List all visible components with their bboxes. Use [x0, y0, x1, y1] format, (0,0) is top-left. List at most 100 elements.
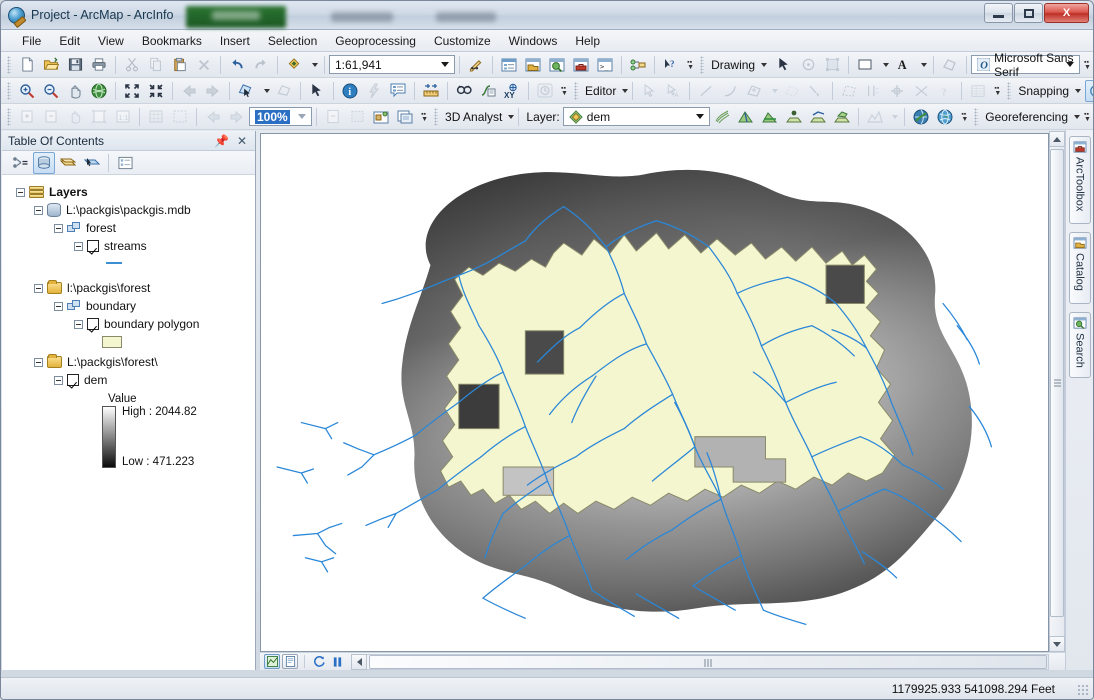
fixed-zoom-in-icon[interactable]	[121, 80, 143, 102]
point-snapping-icon[interactable]	[1085, 79, 1093, 102]
chevron-down-icon[interactable]	[1062, 58, 1077, 71]
layout-view-icon[interactable]	[282, 654, 298, 669]
menu-customize[interactable]: Customize	[425, 32, 500, 50]
arctoolbox-icon[interactable]	[570, 54, 592, 76]
straight-segment-icon[interactable]	[695, 80, 717, 102]
list-by-visibility-icon[interactable]	[57, 152, 79, 174]
list-by-selection-icon[interactable]	[81, 152, 103, 174]
expander-icon[interactable]	[54, 375, 63, 385]
toc-item-streams[interactable]: streams	[2, 237, 255, 255]
dock-tab-catalog[interactable]: Catalog	[1068, 232, 1091, 304]
cut-icon[interactable]	[121, 54, 143, 76]
interpolate-line-icon[interactable]	[807, 106, 829, 128]
map-scale-combo[interactable]: 1:61,941	[329, 55, 456, 74]
data-view-icon[interactable]	[264, 654, 280, 669]
editor-menu[interactable]: Editor	[582, 84, 619, 98]
search-icon[interactable]	[546, 54, 568, 76]
arcscene-icon[interactable]	[910, 106, 932, 128]
select-features-icon[interactable]	[235, 80, 257, 102]
focus-data-frame-icon[interactable]	[346, 106, 368, 128]
find-route-icon[interactable]	[477, 80, 499, 102]
model-builder-icon[interactable]	[627, 54, 649, 76]
analyst-layer-combo[interactable]: dem	[562, 107, 711, 126]
expander-icon[interactable]	[74, 241, 83, 251]
find-icon[interactable]	[453, 80, 475, 102]
snapping-menu[interactable]: Snapping	[1015, 84, 1072, 98]
expander-icon[interactable]	[34, 357, 43, 367]
trace-dropdown[interactable]	[767, 80, 779, 102]
expander-icon[interactable]	[54, 301, 63, 311]
scroll-down-button[interactable]	[1049, 636, 1065, 652]
toolbar-grip[interactable]	[434, 107, 439, 126]
georeferencing-menu[interactable]: Georeferencing	[982, 110, 1071, 124]
zoom-100-icon[interactable]: 1:1	[112, 106, 134, 128]
change-layout-icon[interactable]	[370, 106, 392, 128]
toolbar-overflow-button[interactable]: ▪▪ ▼	[1082, 54, 1093, 76]
contour-icon[interactable]	[711, 106, 733, 128]
vertical-scroll-thumb[interactable]	[1050, 149, 1064, 617]
fill-color-dropdown[interactable]	[878, 54, 890, 76]
go-to-xy-icon[interactable]: XY	[501, 80, 523, 102]
python-window-icon[interactable]: >_	[594, 54, 616, 76]
attributes-icon[interactable]	[967, 80, 989, 102]
toolbar-grip[interactable]	[574, 81, 578, 100]
toc-item-folder-forest[interactable]: l:\packgis\forest	[2, 279, 255, 297]
list-by-source-icon[interactable]	[33, 151, 55, 174]
zoom-in-icon[interactable]	[16, 80, 38, 102]
expander-icon[interactable]	[34, 205, 43, 215]
merge-icon[interactable]	[910, 80, 932, 102]
maximize-button[interactable]	[1014, 3, 1043, 23]
toolbar-grip[interactable]	[7, 107, 11, 126]
toggle-draft-mode-icon[interactable]	[322, 106, 344, 128]
select-features-dropdown[interactable]	[259, 80, 271, 102]
edit-annotation-icon[interactable]: A	[662, 80, 684, 102]
dock-tab-arctoolbox[interactable]: ArcToolbox	[1068, 136, 1091, 224]
dem-visibility-checkbox[interactable]	[67, 374, 79, 386]
menu-file[interactable]: File	[13, 32, 50, 50]
save-icon[interactable]	[64, 54, 86, 76]
expander-icon[interactable]	[34, 283, 43, 293]
toolbar-grip[interactable]	[1007, 81, 1012, 100]
draw-polygon-icon[interactable]	[939, 54, 961, 76]
streams-visibility-checkbox[interactable]	[87, 240, 99, 252]
map-canvas[interactable]	[261, 134, 1048, 649]
zoom-in-layout-icon[interactable]	[16, 106, 38, 128]
toc-item-dem[interactable]: dem	[2, 371, 255, 389]
delete-icon[interactable]	[193, 54, 215, 76]
menu-view[interactable]: View	[89, 32, 133, 50]
menu-bookmarks[interactable]: Bookmarks	[133, 32, 211, 50]
rotate-edit-icon[interactable]	[886, 80, 908, 102]
map-frame[interactable]	[260, 133, 1049, 652]
chevron-down-icon[interactable]	[437, 58, 452, 71]
toolbar-grip[interactable]	[700, 55, 705, 74]
interpolate-polygon-icon[interactable]	[831, 106, 853, 128]
toc-item-forest-dataset[interactable]: forest	[2, 219, 255, 237]
pin-icon[interactable]: 📌	[210, 134, 233, 148]
3d-analyst-menu[interactable]: 3D Analyst	[442, 110, 505, 124]
editor-toolbar-icon[interactable]	[465, 54, 487, 76]
refresh-icon[interactable]	[311, 654, 327, 669]
options-icon[interactable]	[114, 152, 136, 174]
add-data-dropdown[interactable]	[307, 54, 319, 76]
chevron-down-icon[interactable]	[1074, 114, 1080, 119]
toc-item-geodatabase[interactable]: L:\packgis\packgis.mdb	[2, 201, 255, 219]
line-of-sight-icon[interactable]	[759, 106, 781, 128]
toc-symbol-streams[interactable]	[2, 255, 255, 271]
select-graphics-icon[interactable]	[821, 54, 843, 76]
full-extent-icon[interactable]	[88, 80, 110, 102]
clear-selection-icon[interactable]	[273, 80, 295, 102]
go-forward-icon[interactable]	[202, 80, 224, 102]
toc-item-layers[interactable]: Layers	[2, 183, 255, 201]
toolbar-overflow-button[interactable]: ▪▪ ▼	[1082, 106, 1093, 128]
menu-windows[interactable]: Windows	[500, 32, 567, 50]
rotate-icon[interactable]	[797, 54, 819, 76]
time-slider-icon[interactable]	[534, 80, 556, 102]
toc-symbol-boundary-polygon[interactable]	[2, 333, 255, 351]
print-icon[interactable]	[88, 54, 110, 76]
hyperlink-icon[interactable]	[363, 80, 385, 102]
catalog-icon[interactable]	[522, 54, 544, 76]
toc-item-boundary-polygon[interactable]: boundary polygon	[2, 315, 255, 333]
chevron-down-icon[interactable]	[508, 114, 515, 119]
toolbar-grip[interactable]	[974, 107, 979, 126]
html-popup-icon[interactable]	[387, 80, 409, 102]
